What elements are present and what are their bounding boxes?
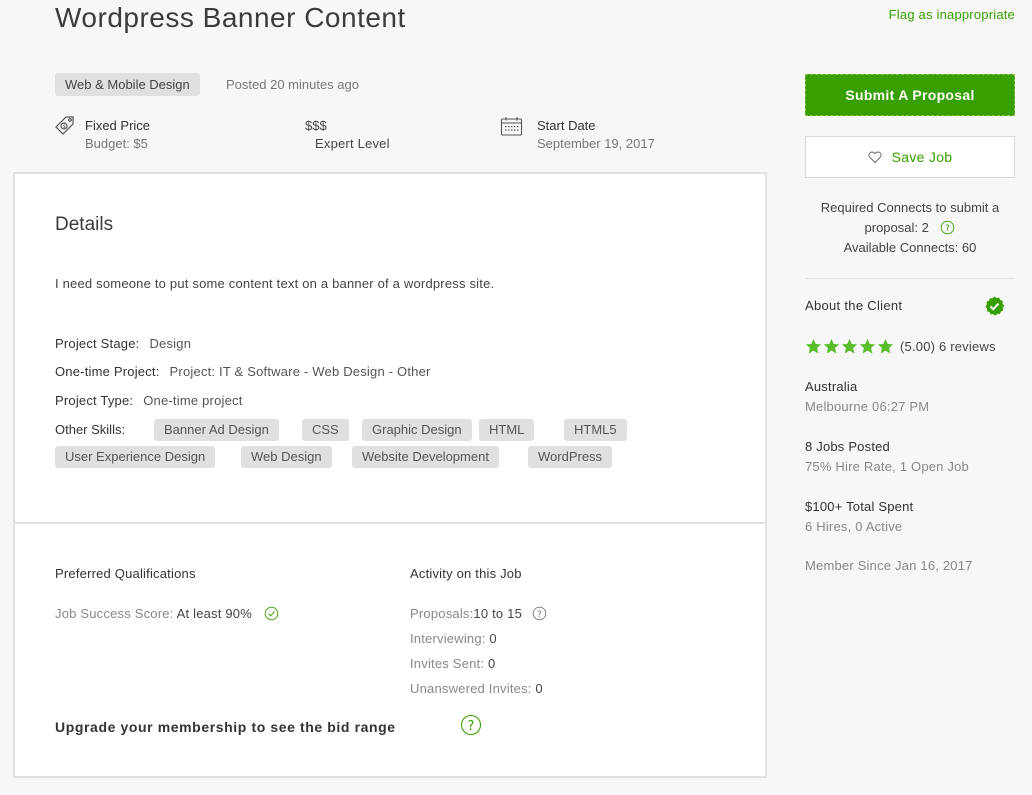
client-rating: (5.00) 6 reviews — [805, 337, 996, 355]
rating-text[interactable]: (5.00) 6 reviews — [900, 339, 996, 354]
flag-inappropriate-link[interactable]: Flag as inappropriate — [889, 7, 1015, 22]
skill-chip[interactable]: Web Design — [241, 446, 332, 468]
skill-chip[interactable]: User Experience Design — [55, 446, 216, 468]
client-jobs-posted: 8 Jobs Posted — [805, 439, 890, 454]
field-value: Project: IT & Software - Web Design - Ot… — [169, 364, 431, 379]
page-title: Wordpress Banner Content — [55, 2, 406, 33]
field-value: Design — [149, 336, 192, 351]
start-date-block: Start Date September 19, 2017 — [537, 117, 655, 153]
preferred-qualifications-heading: Preferred Qualifications — [55, 566, 196, 581]
skill-chip[interactable]: Website Development — [352, 446, 499, 468]
section-divider — [15, 522, 765, 524]
project-stage-row: Project Stage: Design — [55, 336, 191, 351]
available-connects: Available Connects: 60 — [843, 240, 977, 255]
help-icon[interactable]: ? — [940, 220, 955, 235]
project-type-row: Project Type: One-time project — [55, 393, 243, 408]
field-label: Project Type: — [55, 393, 134, 408]
client-country: Australia — [805, 379, 858, 394]
star-icon — [805, 338, 822, 354]
field-value: One-time project — [143, 393, 243, 408]
skill-chip[interactable]: HTML — [479, 419, 535, 441]
verified-badge-icon — [985, 296, 1005, 316]
check-circle-icon — [264, 606, 279, 621]
invites-label: Invites Sent: — [410, 656, 485, 671]
client-city-time: Melbourne 06:27 PM — [805, 399, 930, 414]
level-symbol: $$$ — [305, 118, 327, 133]
invites-sent-line: Invites Sent: 0 — [410, 656, 495, 671]
job-description: I need someone to put some content text … — [55, 276, 495, 291]
experience-level-block: $$$ Expert Level — [305, 117, 390, 153]
sidebar-divider — [805, 278, 1015, 279]
save-job-label: Save Job — [891, 149, 953, 165]
client-member-since: Member Since Jan 16, 2017 — [805, 558, 973, 573]
help-icon[interactable]: ? — [460, 714, 482, 736]
svg-text:?: ? — [946, 224, 951, 234]
interviewing-label: Interviewing: — [410, 631, 486, 646]
heart-icon — [868, 151, 882, 164]
budget: Budget: $5 — [85, 136, 148, 151]
price-type-block: Fixed Price Budget: $5 — [85, 117, 150, 153]
star-icon — [877, 338, 894, 354]
client-hires: 6 Hires, 0 Active — [805, 519, 903, 534]
required-connects: Required Connects to submit a proposal: … — [805, 198, 1015, 238]
start-date-label: Start Date — [537, 118, 596, 133]
one-time-project-row: One-time Project: Project: IT & Software … — [55, 364, 431, 379]
upgrade-membership-text: Upgrade your membership to see the bid r… — [55, 719, 396, 735]
other-skills-label: Other Skills: — [55, 422, 126, 437]
calendar-icon — [500, 117, 523, 136]
client-hire-rate: 75% Hire Rate, 1 Open Job — [805, 459, 969, 474]
field-label: Project Stage: — [55, 336, 140, 351]
skill-chip[interactable]: CSS — [302, 419, 349, 441]
activity-heading: Activity on this Job — [410, 566, 522, 581]
category-badge[interactable]: Web & Mobile Design — [55, 73, 200, 96]
proposals-line: Proposals:10 to 15 ? — [410, 606, 547, 621]
unanswered-label: Unanswered Invites: — [410, 681, 532, 696]
field-label: One-time Project: — [55, 364, 160, 379]
price-type: Fixed Price — [85, 118, 151, 133]
experience-level: Expert Level — [315, 136, 390, 151]
required-connects-text: Required Connects to submit a proposal: … — [820, 200, 1000, 235]
job-success-score: Job Success Score: At least 90% — [55, 606, 279, 621]
unanswered-invites-line: Unanswered Invites: 0 — [410, 681, 543, 696]
skill-chip[interactable]: Graphic Design — [362, 419, 472, 441]
skill-chip[interactable]: WordPress — [528, 446, 613, 468]
price-tag-icon: $ — [55, 116, 74, 135]
job-details-card: Details I need someone to put some conte… — [13, 172, 767, 778]
svg-text:$: $ — [63, 124, 66, 130]
jss-label: Job Success Score: — [55, 606, 174, 621]
star-icon — [859, 338, 876, 354]
invites-value: 0 — [487, 656, 496, 671]
jss-value: At least 90% — [176, 606, 252, 621]
details-heading: Details — [55, 214, 114, 235]
help-icon[interactable]: ? — [532, 606, 547, 621]
svg-text:?: ? — [537, 610, 542, 620]
start-date: September 19, 2017 — [537, 136, 655, 151]
posted-time: Posted 20 minutes ago — [226, 77, 359, 92]
submit-proposal-button[interactable]: Submit A Proposal — [805, 74, 1015, 116]
svg-text:?: ? — [468, 719, 475, 734]
about-client-heading: About the Client — [805, 298, 903, 313]
interviewing-value: 0 — [489, 631, 497, 646]
interviewing-line: Interviewing: 0 — [410, 631, 497, 646]
star-icon — [841, 338, 858, 354]
save-job-button[interactable]: Save Job — [805, 136, 1015, 178]
client-total-spent: $100+ Total Spent — [805, 499, 914, 514]
proposals-value: 10 to 15 — [473, 606, 523, 621]
skill-chip[interactable]: HTML5 — [564, 419, 627, 441]
star-icon — [823, 338, 840, 354]
proposals-label: Proposals: — [410, 606, 474, 621]
unanswered-value: 0 — [535, 681, 543, 696]
connects-info: Required Connects to submit a proposal: … — [805, 198, 1015, 258]
skill-chip[interactable]: Banner Ad Design — [154, 419, 279, 441]
